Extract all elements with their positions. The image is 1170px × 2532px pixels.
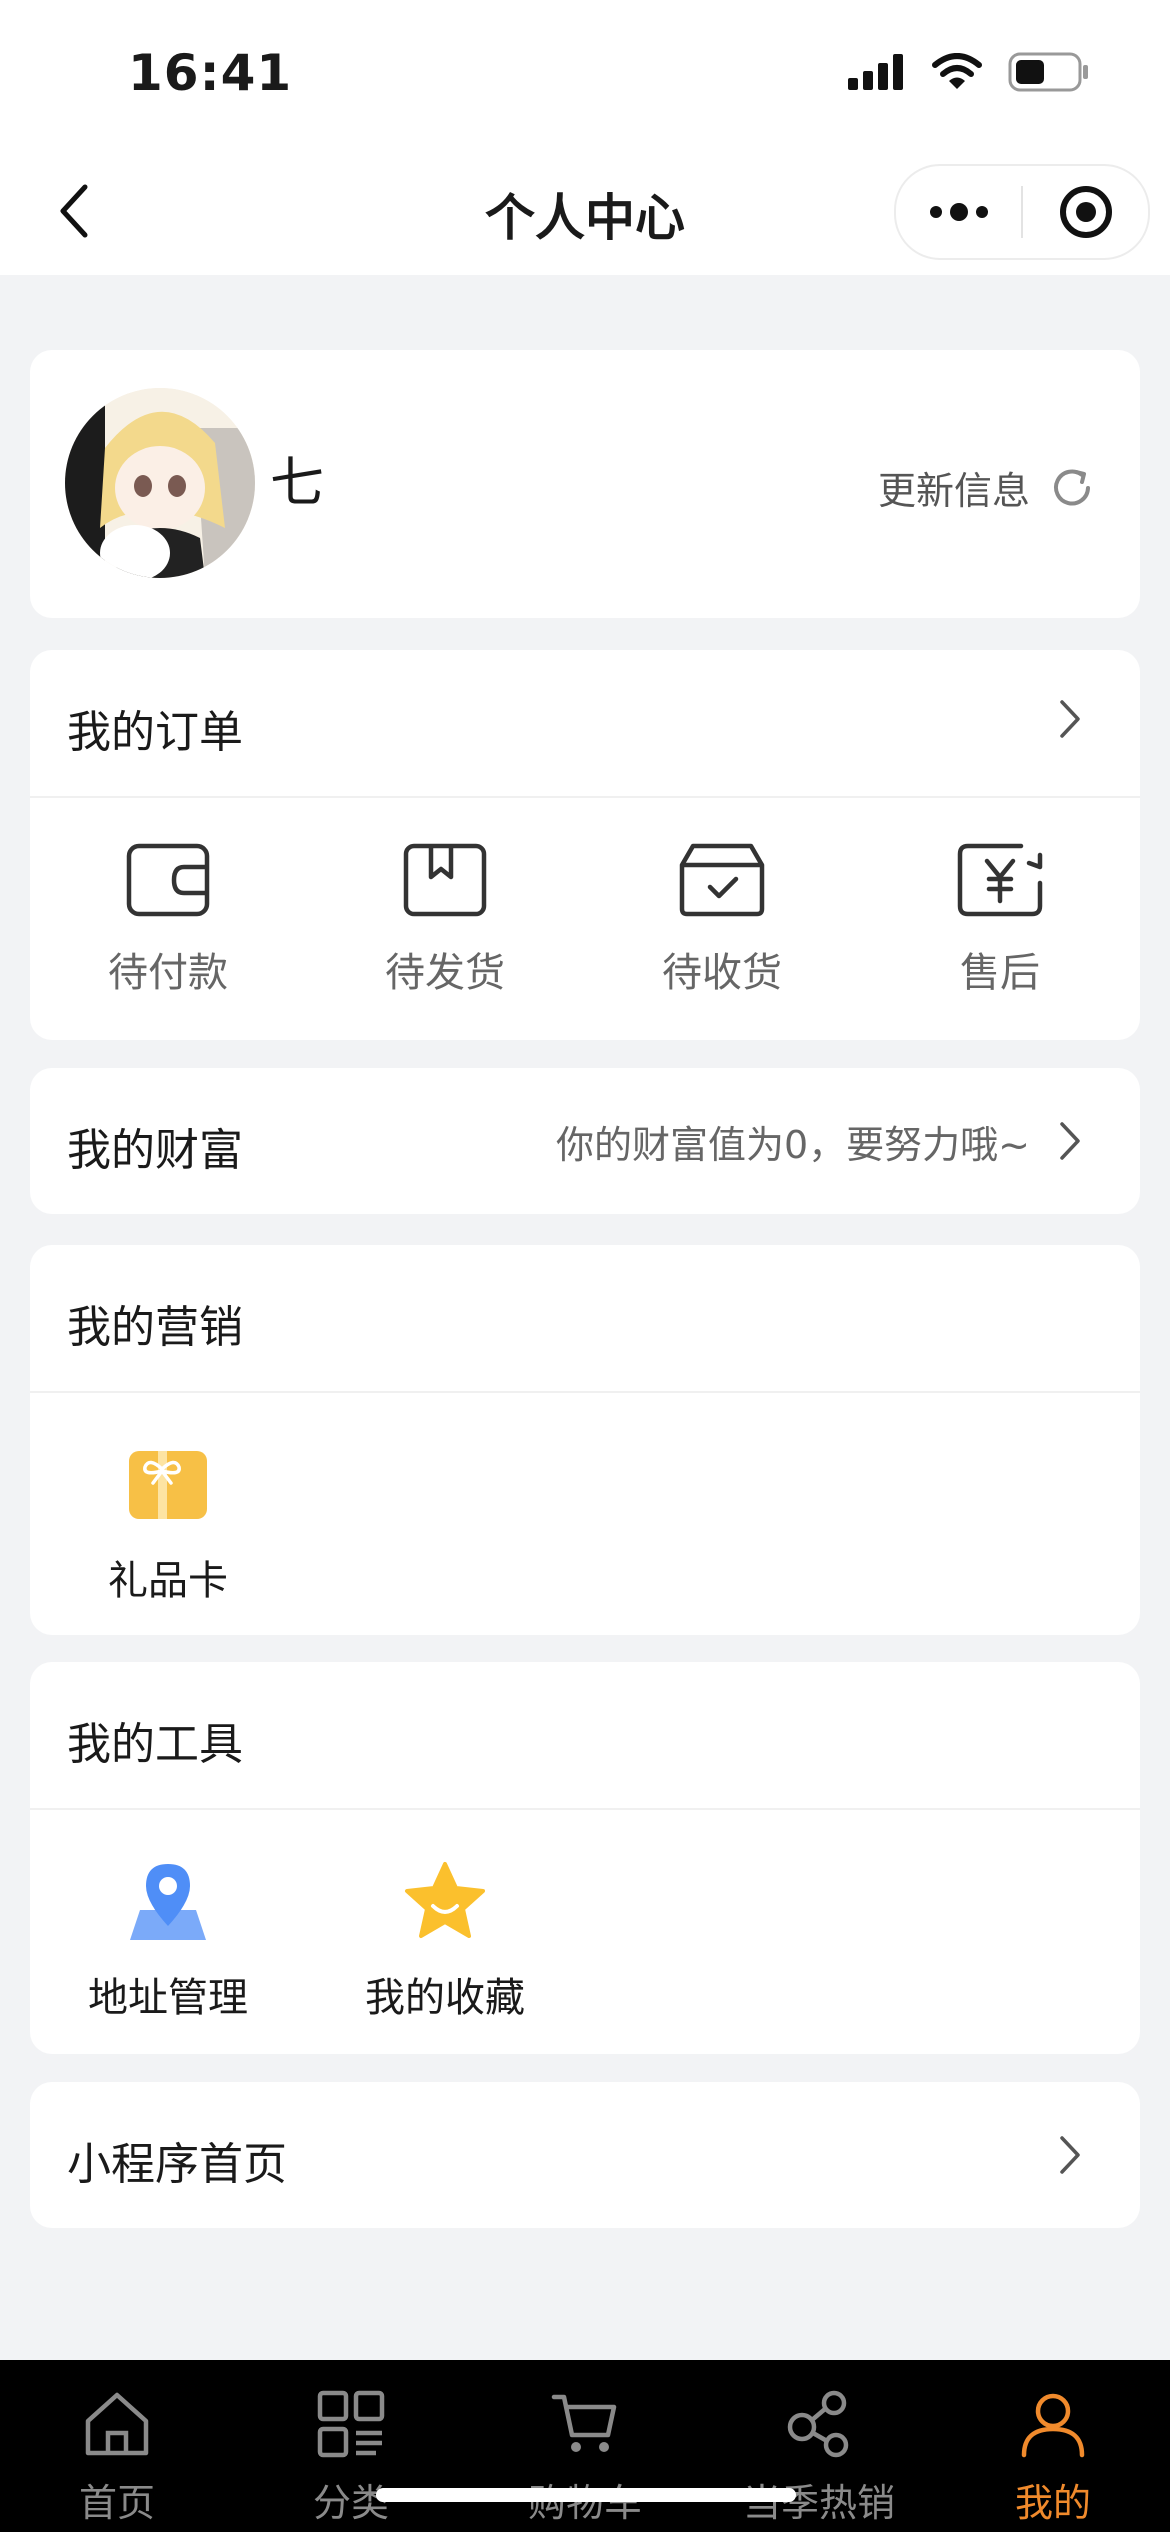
- wealth-title: 我的财富: [67, 1125, 243, 1176]
- avatar-image: [65, 388, 255, 578]
- signal-icon: [848, 54, 903, 90]
- tab-label: 首页: [78, 2481, 155, 2525]
- close-miniprogram-button[interactable]: [1023, 166, 1148, 258]
- wealth-hint: 你的财富值为0，要努力哦~: [555, 1123, 1030, 1167]
- tab-category[interactable]: 分类: [234, 2382, 468, 2527]
- user-icon: [1021, 2393, 1085, 2458]
- miniprogram-home-more-button[interactable]: [1058, 2134, 1082, 2180]
- category-icon: [317, 2390, 385, 2458]
- status-time: 16:41: [128, 44, 293, 102]
- tab-cart[interactable]: 购物车: [468, 2382, 702, 2527]
- profile-card: 七 更新信息: [30, 350, 1140, 618]
- tab-bar: 首页 分类 购物车 当季热销 我的: [0, 2360, 1170, 2532]
- more-button[interactable]: [896, 166, 1021, 258]
- wealth-card[interactable]: 我的财富 你的财富值为0，要努力哦~: [30, 1068, 1140, 1214]
- address-label: 地址管理: [88, 1975, 248, 2021]
- battery-icon: [1008, 52, 1088, 92]
- order-pending-receipt[interactable]: 待收货: [622, 840, 822, 998]
- order-pending-payment[interactable]: 待付款: [68, 840, 268, 998]
- chevron-right-icon: [1060, 700, 1080, 738]
- my-favorites-entry[interactable]: 我的收藏: [315, 1857, 575, 2023]
- share-nodes-icon: [787, 2390, 849, 2458]
- tools-divider: [30, 1808, 1140, 1810]
- tab-label: 我的: [1014, 2481, 1091, 2525]
- cart-icon: [551, 2394, 617, 2452]
- avatar[interactable]: [65, 388, 255, 578]
- gift-card-entry[interactable]: 礼品卡: [38, 1440, 298, 1606]
- star-icon: [405, 1862, 485, 1938]
- refresh-icon: [1054, 469, 1090, 505]
- refresh-info-button[interactable]: 更新信息: [878, 460, 1096, 515]
- tab-hot-sales[interactable]: 当季热销: [702, 2382, 936, 2527]
- nav-bar: 个人中心: [0, 150, 1170, 275]
- chevron-right-icon: [1060, 1122, 1080, 1160]
- location-pin-icon: [130, 1864, 206, 1940]
- status-bar: 16:41: [0, 0, 1170, 150]
- orders-more-button[interactable]: [1058, 698, 1082, 744]
- orders-divider: [30, 796, 1140, 798]
- address-management-entry[interactable]: 地址管理: [38, 1857, 298, 2023]
- gift-card-label: 礼品卡: [108, 1558, 228, 1604]
- more-dots-icon: [929, 203, 988, 221]
- miniprogram-home-title: 小程序首页: [67, 2139, 287, 2190]
- chevron-right-icon: [1060, 2136, 1080, 2174]
- package-icon: [403, 843, 487, 917]
- favorites-label: 我的收藏: [365, 1975, 525, 2021]
- order-after-sales[interactable]: 售后: [900, 840, 1100, 998]
- tab-home[interactable]: 首页: [0, 2382, 234, 2527]
- status-icons: [848, 52, 1090, 92]
- yen-return-icon: [957, 843, 1043, 917]
- target-circle-icon: [1059, 186, 1112, 238]
- orders-card: 我的订单 待付款 待发货 待收货 售后: [30, 650, 1140, 1040]
- home-icon: [85, 2392, 149, 2456]
- home-indicator: [376, 2488, 796, 2502]
- gift-card-icon: [129, 1451, 207, 1519]
- tools-card: 我的工具 地址管理 我的收藏: [30, 1662, 1140, 2054]
- order-label: 售后: [960, 950, 1040, 996]
- refresh-label: 更新信息: [877, 469, 1030, 513]
- wifi-icon: [932, 53, 982, 89]
- box-check-icon: [679, 843, 765, 917]
- marketing-card: 我的营销 礼品卡: [30, 1245, 1140, 1635]
- username: 七: [270, 451, 324, 514]
- miniprogram-home-row[interactable]: 小程序首页: [30, 2082, 1140, 2228]
- order-label: 待发货: [385, 950, 505, 996]
- miniprogram-capsule: [894, 164, 1150, 260]
- tab-mine[interactable]: 我的: [936, 2382, 1170, 2527]
- orders-title: 我的订单: [67, 707, 243, 758]
- marketing-divider: [30, 1391, 1140, 1393]
- wealth-more-button[interactable]: [1058, 1120, 1082, 1166]
- order-pending-shipment[interactable]: 待发货: [345, 840, 545, 998]
- order-label: 待付款: [108, 950, 228, 996]
- tools-title: 我的工具: [67, 1719, 243, 1770]
- wallet-icon: [126, 843, 210, 917]
- order-label: 待收货: [662, 950, 782, 996]
- marketing-title: 我的营销: [67, 1302, 243, 1353]
